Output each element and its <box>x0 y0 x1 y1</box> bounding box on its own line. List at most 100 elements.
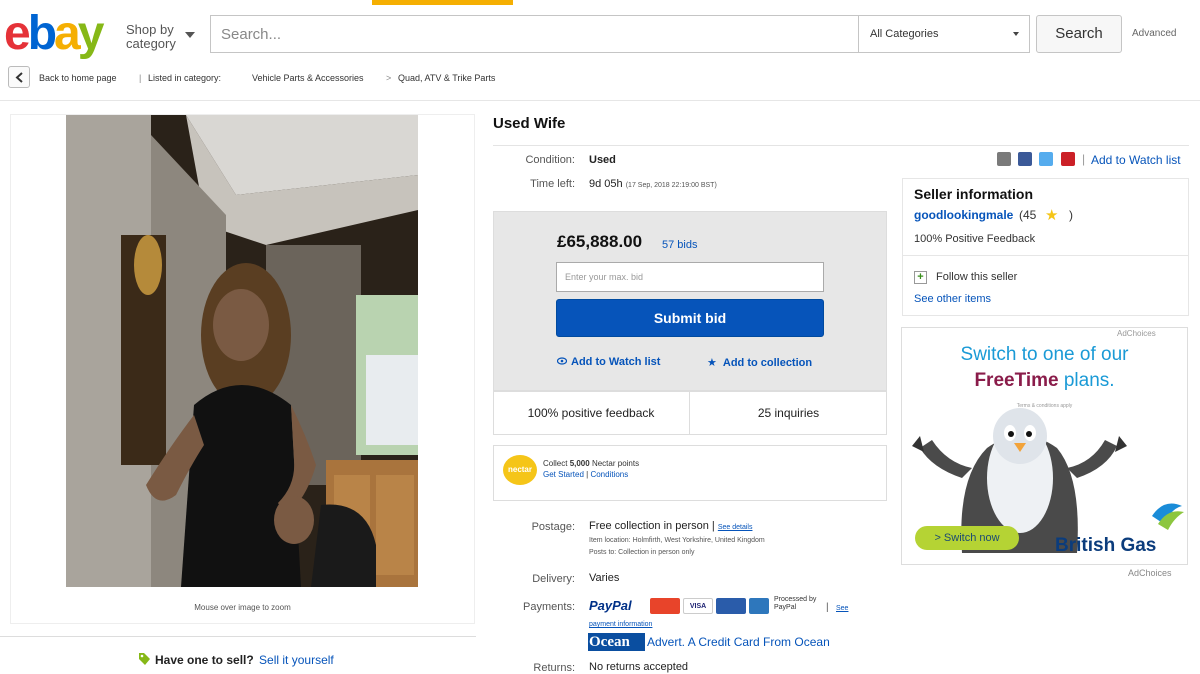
ocean-advert-link[interactable]: Advert. A Credit Card From Ocean <box>647 635 830 649</box>
feedback-star-icon: ★ <box>1045 207 1059 224</box>
seller-feedback-score[interactable]: (45 <box>1019 208 1036 222</box>
add-to-watch-list-link[interactable]: Add to Watch list <box>556 356 661 368</box>
ad-subheadline: FreeTime plans. <box>901 370 1188 392</box>
ocean-logo[interactable]: Ocean <box>588 633 645 651</box>
postage-label: Postage: <box>531 521 575 533</box>
posts-to: Posts to: Collection in person only <box>589 549 695 556</box>
time-left-duration: 9d 05h <box>589 178 623 190</box>
search-field[interactable] <box>210 15 858 53</box>
inquiries-stat: 25 inquiries <box>757 406 820 420</box>
breadcrumb-divider: | <box>139 73 142 83</box>
shop-by-category-button[interactable]: Shop by category <box>126 23 186 51</box>
seller-positive-feedback: 100% Positive Feedback <box>914 233 1036 245</box>
postage-text: Free collection in person <box>589 520 709 532</box>
nectar-logo: nectar <box>503 455 537 485</box>
returns-label: Returns: <box>533 662 575 674</box>
follow-seller-link[interactable]: Follow this seller <box>936 271 1017 283</box>
adchoices-top-label[interactable]: AdChoices <box>1117 329 1156 338</box>
paypal-logo: PayPal <box>589 598 632 613</box>
ad-terms: Terms & conditions apply <box>1016 403 1073 409</box>
switch-now-button[interactable]: > Switch now <box>915 526 1019 550</box>
logo-letter-b: b <box>27 7 57 60</box>
end-time: (17 Sep, 2018 22:19:00 BST) <box>625 182 717 189</box>
breadcrumb-quad-atv[interactable]: Quad, ATV & Trike Parts <box>398 73 495 83</box>
max-bid-input[interactable] <box>557 263 823 291</box>
search-input[interactable] <box>211 16 858 52</box>
add-to-collection-label: Add to collection <box>722 357 813 369</box>
adchoices-bottom-label[interactable]: AdChoices <box>1128 568 1172 578</box>
delivery-label: Delivery: <box>532 573 575 585</box>
ad-plans: plans. <box>1063 370 1115 391</box>
delivery-value: Varies <box>589 572 620 584</box>
time-left-label: Time left: <box>530 178 575 190</box>
pinterest-share-icon[interactable] <box>1061 152 1075 166</box>
sell-prompt: Have one to sell? Sell it yourself <box>137 652 334 667</box>
british-gas-logo: British Gas <box>1055 535 1157 556</box>
listing-photo-image <box>66 115 418 587</box>
twitter-share-icon[interactable] <box>1039 152 1053 166</box>
seller-divider <box>903 255 1189 256</box>
nectar-get-started-link[interactable]: Get Started <box>543 470 584 479</box>
plus-icon[interactable]: + <box>914 271 927 284</box>
positive-feedback-stat: 100% positive feedback <box>493 391 690 435</box>
seller-name-link[interactable]: goodlookingmale <box>914 208 1013 222</box>
eye-icon <box>556 357 568 365</box>
back-button[interactable] <box>8 66 30 88</box>
logo-letter-a: a <box>54 7 81 60</box>
see-other-items-link[interactable]: See other items <box>914 293 991 305</box>
condition-value: Used <box>589 154 616 166</box>
logo-letter-e: e <box>4 7 31 60</box>
category-dropdown-icon[interactable] <box>1013 32 1019 36</box>
image-divider <box>0 636 476 637</box>
logo-letter-y: y <box>77 7 105 60</box>
see-link[interactable]: See <box>836 605 848 612</box>
submit-bid-button[interactable]: Submit bid <box>556 299 824 337</box>
amex-icon <box>749 598 769 614</box>
facebook-share-icon[interactable] <box>1018 152 1032 166</box>
nectar-text: Collect 5,000 Nectar points Get Started … <box>543 458 639 480</box>
item-location: Item location: Holmfirth, West Yorkshire… <box>589 537 765 544</box>
postage-value: Free collection in person | See details <box>589 520 753 532</box>
search-button[interactable]: Search <box>1036 15 1122 53</box>
seller-score-close: ) <box>1069 208 1073 222</box>
maestro-icon <box>716 598 746 614</box>
zoom-hint: Mouse over image to zoom <box>194 603 291 612</box>
category-select[interactable]: All Categories <box>858 15 1030 53</box>
payments-label: Payments: <box>523 601 575 613</box>
breadcrumb-separator: > <box>386 73 392 83</box>
payments-divider: | <box>826 602 829 613</box>
share-divider: | <box>1082 152 1086 166</box>
nectar-conditions-link[interactable]: Conditions <box>590 470 628 479</box>
add-to-collection-link[interactable]: ★ Add to collection <box>707 356 812 369</box>
seller-info-heading: Seller information <box>914 186 1034 202</box>
sell-it-yourself-link[interactable]: Sell it yourself <box>259 653 334 667</box>
nectar-collect: Collect <box>543 459 568 468</box>
mastercard-icon <box>650 598 680 614</box>
nectar-offer: Collect 5,000 Nectar points <box>543 458 639 469</box>
payment-information-link[interactable]: payment information <box>589 621 652 628</box>
see-details-link[interactable]: See details <box>718 524 753 531</box>
have-one-to-sell-label: Have one to sell? <box>155 653 254 667</box>
chevron-down-icon[interactable] <box>185 32 195 38</box>
nectar-points-label: Nectar points <box>591 459 640 468</box>
ebay-logo[interactable]: ebay <box>4 7 105 60</box>
item-title: Used Wife <box>493 115 566 132</box>
listing-photo[interactable] <box>66 115 418 587</box>
header-divider <box>0 100 1200 101</box>
ad-freetime: FreeTime <box>974 370 1059 391</box>
breadcrumb-vehicle-parts[interactable]: Vehicle Parts & Accessories <box>252 73 364 83</box>
listed-in-label: Listed in category: <box>148 73 222 83</box>
nectar-points-amount: 5,000 <box>569 459 590 468</box>
email-share-icon[interactable] <box>997 152 1011 166</box>
top-accent-bar <box>372 0 513 5</box>
back-to-home-link[interactable]: Back to home page <box>39 73 117 83</box>
title-divider <box>493 145 1189 146</box>
chevron-left-icon <box>15 72 23 83</box>
advanced-search-link[interactable]: Advanced <box>1132 28 1176 39</box>
condition-label: Condition: <box>525 154 575 166</box>
max-bid-field[interactable] <box>556 262 824 292</box>
ad-headline: Switch to one of our <box>960 344 1129 365</box>
add-to-watch-list-label: Add to Watch list <box>571 356 661 368</box>
header-add-to-watch-list-link[interactable]: Add to Watch list <box>1091 153 1181 167</box>
bid-count-link[interactable]: 57 bids <box>662 239 697 251</box>
